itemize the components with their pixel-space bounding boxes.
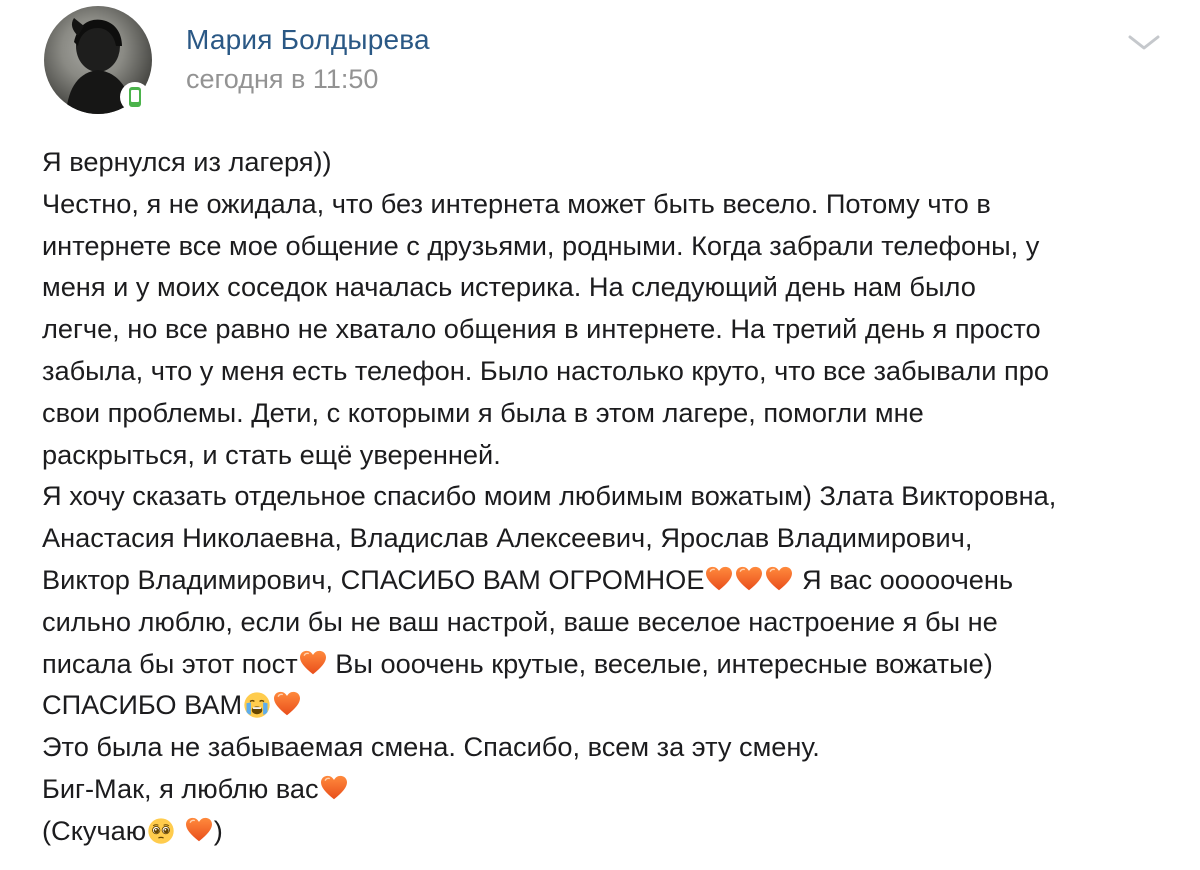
text-line: Я вернулся из лагеря)) — [42, 146, 332, 177]
text-segment: Вы ооочень крутые, веселые, интересные в… — [327, 647, 993, 679]
text-line: раскрыться, и стать ещё уверенней. — [42, 438, 501, 470]
orange-heart-emoji-icon — [299, 650, 327, 676]
text-segment: Виктор Владимирович, СПАСИБО ВАМ ОГРОМНО… — [42, 563, 705, 595]
text-segment: (Скучаю — [42, 814, 147, 846]
text-line: Это была не забываемая смена. Спасибо, в… — [42, 731, 820, 763]
text-line: Биг-Мак, я люблю вас — [42, 768, 1182, 810]
text-segment: СПАСИБО ВАМ — [42, 689, 243, 721]
chevron-down-icon[interactable] — [1124, 28, 1164, 56]
text-line: легче, но все равно не хватало общения в… — [42, 313, 1041, 345]
text-line: СПАСИБО ВАМ — [42, 684, 1182, 726]
text-segment: Я вас ооооочень — [794, 563, 1014, 595]
text-line: сильно люблю, если бы не ваш настрой, ва… — [42, 605, 998, 637]
orange-heart-emoji-icon — [273, 691, 301, 717]
text-segment — [176, 815, 184, 846]
orange-heart-emoji-icon — [705, 566, 733, 592]
text-segment: Биг-Мак, я люблю вас — [42, 772, 319, 804]
crying-face-emoji-icon — [243, 691, 271, 719]
text-line: писала бы этот пост Вы ооочень крутые, в… — [42, 643, 1182, 685]
orange-heart-emoji-icon — [735, 566, 763, 592]
text-line: меня и у моих соседок началась истерика.… — [42, 271, 976, 303]
orange-heart-emoji-icon — [185, 817, 213, 843]
text-line: (Скучаю ) — [42, 810, 1182, 852]
post-date[interactable]: сегодня в 11:50 — [186, 62, 378, 96]
text-line: Виктор Владимирович, СПАСИБО ВАМ ОГРОМНО… — [42, 559, 1182, 601]
text-line: Я хочу сказать отдельное спасибо моим лю… — [42, 480, 1057, 512]
text-segment: ) — [213, 814, 223, 846]
text-segment: писала бы этот пост — [42, 647, 298, 679]
text-line: Честно, я не ожидала, что без интернета … — [42, 187, 991, 219]
orange-heart-emoji-icon — [320, 775, 348, 801]
post-text: Я вернулся из лагеря)) Честно, я не ожид… — [42, 141, 1182, 852]
text-line: свои проблемы. Дети, с которыми я была в… — [42, 396, 924, 428]
author-name[interactable]: Мария Болдырева — [186, 22, 430, 58]
orange-heart-emoji-icon — [765, 566, 793, 592]
text-line: интернете все мое общение с друзьями, ро… — [42, 229, 1040, 261]
text-line: забыла, что у меня есть телефон. Было на… — [42, 354, 1049, 386]
mobile-online-icon — [120, 82, 150, 112]
pleading-face-emoji-icon — [147, 817, 175, 845]
wall-post: Мария Болдырева сегодня в 11:50 Я вернул… — [0, 0, 1200, 870]
text-line: Анастасия Николаевна, Владислав Алексеев… — [42, 522, 973, 554]
